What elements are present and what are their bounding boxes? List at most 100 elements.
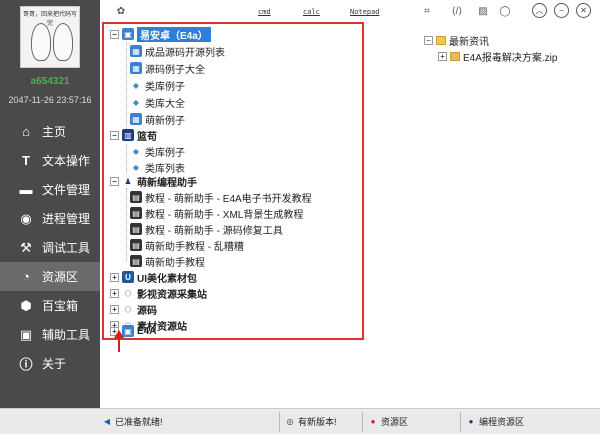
- tree-item[interactable]: ▤ 教程 - 萌新助手 - 源码修复工具: [130, 222, 283, 237]
- collapse-icon[interactable]: −: [110, 176, 119, 186]
- book-icon: ▤: [130, 191, 142, 203]
- tree-node-2[interactable]: − ▥ 篮苟: [110, 128, 157, 143]
- resource-tree: − ▣ 易安卓（E4a） ▦ 成品源码开源列表 ▦ 源码例子大全 ◆ 类库例子 ◆ 类库…: [102, 22, 364, 340]
- status-edit-resource[interactable]: ● 编程资源区: [466, 415, 524, 428]
- sidebar-item-process[interactable]: ◉ 进程管理: [0, 204, 100, 233]
- grid-icon: ▥: [122, 129, 134, 141]
- list-icon: ▦: [130, 113, 142, 125]
- puzzle-icon[interactable]: ✿: [114, 4, 128, 18]
- briefcase-icon: ▣: [19, 326, 33, 342]
- tree-item[interactable]: ◆ 类库例子: [130, 78, 185, 93]
- text-icon: T: [22, 153, 30, 168]
- sidebar-item-label: 主页: [42, 125, 67, 139]
- username: a654321: [30, 76, 70, 87]
- tree-node-e4a[interactable]: − ▣ 易安卓（E4a）: [110, 26, 211, 42]
- collapse-icon[interactable]: −: [110, 29, 119, 39]
- folder-icon: [436, 36, 446, 45]
- sidebar-item-about[interactable]: ⓘ 关于: [0, 349, 100, 378]
- tree-item[interactable]: ▤ 萌新助手教程 - 乱糟糟: [130, 238, 244, 253]
- status-bar: ◀ 已准备就绪! ◎ 有新版本! ● 资源区 ● 编程资源区: [0, 408, 600, 434]
- cube-icon: ⬡: [124, 304, 132, 314]
- meme-face-left: [31, 23, 51, 61]
- book-icon: ▤: [130, 255, 142, 267]
- notepad-link[interactable]: Notepad: [350, 8, 380, 16]
- info-icon: ⓘ: [19, 357, 33, 372]
- crop-icon[interactable]: ⌗: [420, 4, 434, 18]
- tree-item[interactable]: ▤ 萌新助手教程: [130, 254, 205, 269]
- sidebar-item-helper[interactable]: ▣ 辅助工具: [0, 320, 100, 349]
- collapse-icon[interactable]: −: [110, 130, 119, 140]
- expand-icon[interactable]: +: [110, 272, 119, 282]
- tree-node-ui[interactable]: + U UI美化素材包: [110, 270, 197, 285]
- collapse-button[interactable]: ︿: [532, 3, 547, 18]
- close-button[interactable]: ✕: [576, 3, 591, 18]
- diamond-icon: ◆: [132, 80, 140, 90]
- status-resource[interactable]: ● 资源区: [368, 415, 408, 428]
- list-icon: ▦: [130, 62, 142, 74]
- zip-file[interactable]: + E4A报毒解决方案.zip: [438, 49, 557, 64]
- sidebar-item-text[interactable]: T 文本操作: [0, 146, 100, 175]
- zip-icon: [450, 52, 460, 61]
- sidebar: 哥哥，回来把代码写完 a654321 2047-11-26 23:57:16 ⌂…: [0, 0, 100, 408]
- cmd-link[interactable]: cmd: [258, 8, 271, 16]
- sidebar-nav: ⌂ 主页 T 文本操作 ▬ 文件管理 ◉ 进程管理 ⚒ 调试工具 ◔ 资源区 ⬢ 百宝箱 ▣ 辅…: [0, 117, 100, 378]
- status-ready: ◀ 已准备就绪!: [103, 417, 163, 427]
- hexagon-icon: ⬢: [20, 297, 32, 313]
- book-icon: ▤: [130, 207, 142, 219]
- expand-icon[interactable]: +: [438, 52, 447, 61]
- sidebar-item-label: 关于: [42, 357, 67, 371]
- sidebar-item-label: 文件管理: [42, 183, 91, 197]
- top-toolbar: ✿ cmd calc Notepad ⌗ ⟨/⟩ ▨ ◯ ︿ − ✕: [100, 0, 600, 22]
- tree-item[interactable]: ▤ 教程 - 萌新助手 - XML背景生成教程: [130, 206, 303, 221]
- folder-icon: ▬: [19, 182, 33, 197]
- cube-icon: ⬡: [124, 288, 132, 298]
- chat-icon[interactable]: ◯: [498, 4, 512, 18]
- minimize-button[interactable]: −: [554, 3, 569, 18]
- tree-item[interactable]: ▦ 萌新例子: [130, 112, 185, 127]
- sidebar-item-label: 百宝箱: [42, 299, 79, 313]
- avatar[interactable]: 哥哥，回来把代码写完: [20, 6, 80, 68]
- expand-icon[interactable]: +: [110, 304, 119, 314]
- news-folder[interactable]: − 最新资讯: [424, 33, 489, 48]
- tree-item[interactable]: ▤ 教程 - 萌新助手 - E4A电子书开发教程: [130, 190, 312, 205]
- tree-item[interactable]: ▦ 源码例子大全: [130, 61, 205, 76]
- tree-item[interactable]: ▦ 成品源码开源列表: [130, 44, 225, 59]
- sidebar-item-debug[interactable]: ⚒ 调试工具: [0, 233, 100, 262]
- diamond-icon: ◆: [132, 162, 140, 172]
- calc-link[interactable]: calc: [303, 8, 320, 16]
- user-icon: ♟: [124, 176, 132, 186]
- sidebar-item-files[interactable]: ▬ 文件管理: [0, 175, 100, 204]
- sidebar-item-toolbox[interactable]: ⬢ 百宝箱: [0, 291, 100, 320]
- home-icon: ⌂: [22, 124, 30, 139]
- book-icon: ▤: [130, 239, 142, 251]
- ui-icon: U: [122, 271, 134, 283]
- collapse-icon[interactable]: −: [424, 36, 433, 45]
- e4a-icon: ▣: [122, 28, 134, 40]
- book-icon: ▤: [130, 223, 142, 235]
- diamond-icon: ◆: [132, 97, 140, 107]
- tree-node-source[interactable]: + ⬡ 源码: [110, 302, 157, 317]
- status-new-version[interactable]: ◎ 有新版本!: [285, 415, 337, 428]
- pin-icon: ●: [370, 417, 376, 426]
- target-icon: ◎: [286, 417, 294, 426]
- tree-node-video[interactable]: + ⬡ 影视资源采集站: [110, 286, 207, 301]
- right-panel: − 最新资讯 + E4A报毒解决方案.zip: [370, 22, 600, 82]
- speaker-icon: ◀: [103, 417, 111, 426]
- sidebar-item-label: 辅助工具: [42, 328, 91, 342]
- tree-item[interactable]: ◆ 类库列表: [130, 160, 185, 175]
- tree-item[interactable]: ◆ 类库例子: [130, 144, 185, 159]
- tree-node-3[interactable]: − ♟ 萌新编程助手: [110, 174, 197, 189]
- pie-icon: ◔: [22, 269, 30, 284]
- wrench-icon: ⚒: [20, 239, 32, 255]
- meme-face-right: [53, 23, 73, 61]
- pin-icon: ●: [468, 417, 474, 426]
- sidebar-item-resources[interactable]: ◔ 资源区: [0, 262, 100, 291]
- code-icon[interactable]: ⟨/⟩: [450, 4, 464, 18]
- avatar-caption: 哥哥，回来把代码写完: [22, 12, 77, 27]
- sidebar-item-label: 调试工具: [42, 241, 91, 255]
- sidebar-item-label: 资源区: [42, 270, 79, 284]
- image-icon[interactable]: ▨: [476, 4, 490, 18]
- tree-item[interactable]: ◆ 类库大全: [130, 95, 185, 110]
- expand-icon[interactable]: +: [110, 288, 119, 298]
- sidebar-item-home[interactable]: ⌂ 主页: [0, 117, 100, 146]
